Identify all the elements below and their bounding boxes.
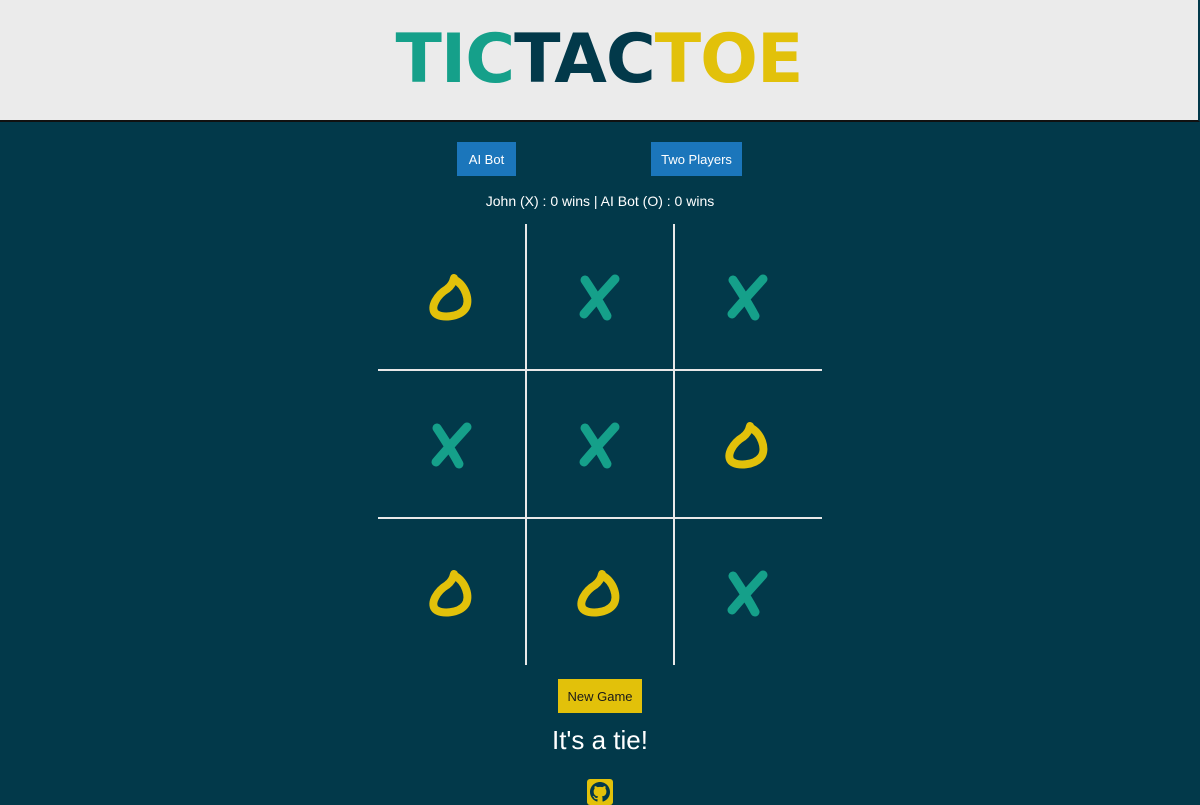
- x-mark-icon: [727, 570, 768, 617]
- o-mark-icon: [725, 422, 768, 469]
- board-cell[interactable]: [526, 372, 672, 518]
- o-mark-icon: [429, 570, 472, 617]
- x-mark-icon: [579, 422, 620, 469]
- x-mark-icon: [727, 274, 768, 321]
- ai-bot-button[interactable]: AI Bot: [457, 142, 516, 176]
- github-link[interactable]: [587, 779, 613, 805]
- board-cell[interactable]: [378, 224, 524, 370]
- page-title: TICTACTOE: [0, 22, 1198, 98]
- new-game-button[interactable]: New Game: [558, 679, 642, 713]
- board-cell[interactable]: [378, 520, 524, 666]
- score-text: John (X) : 0 wins | AI Bot (O) : 0 wins: [485, 193, 715, 209]
- board-cell[interactable]: [674, 224, 820, 370]
- game-board: [378, 224, 822, 665]
- title-part-tac: TAC: [514, 20, 656, 99]
- board-cell[interactable]: [526, 520, 672, 666]
- o-mark-icon: [577, 570, 620, 617]
- o-mark-icon: [429, 274, 472, 321]
- header: TICTACTOE: [0, 0, 1200, 122]
- board-cell[interactable]: [674, 520, 820, 666]
- title-part-toe: TOE: [654, 20, 804, 99]
- title-part-tic: TIC: [395, 20, 516, 99]
- x-mark-icon: [579, 274, 620, 321]
- status-message: It's a tie!: [551, 725, 648, 755]
- two-players-button[interactable]: Two Players: [651, 142, 742, 176]
- board-cell[interactable]: [526, 224, 672, 370]
- board-cell[interactable]: [378, 372, 524, 518]
- board-cell[interactable]: [674, 372, 820, 518]
- github-icon: [590, 782, 610, 802]
- x-mark-icon: [431, 422, 472, 469]
